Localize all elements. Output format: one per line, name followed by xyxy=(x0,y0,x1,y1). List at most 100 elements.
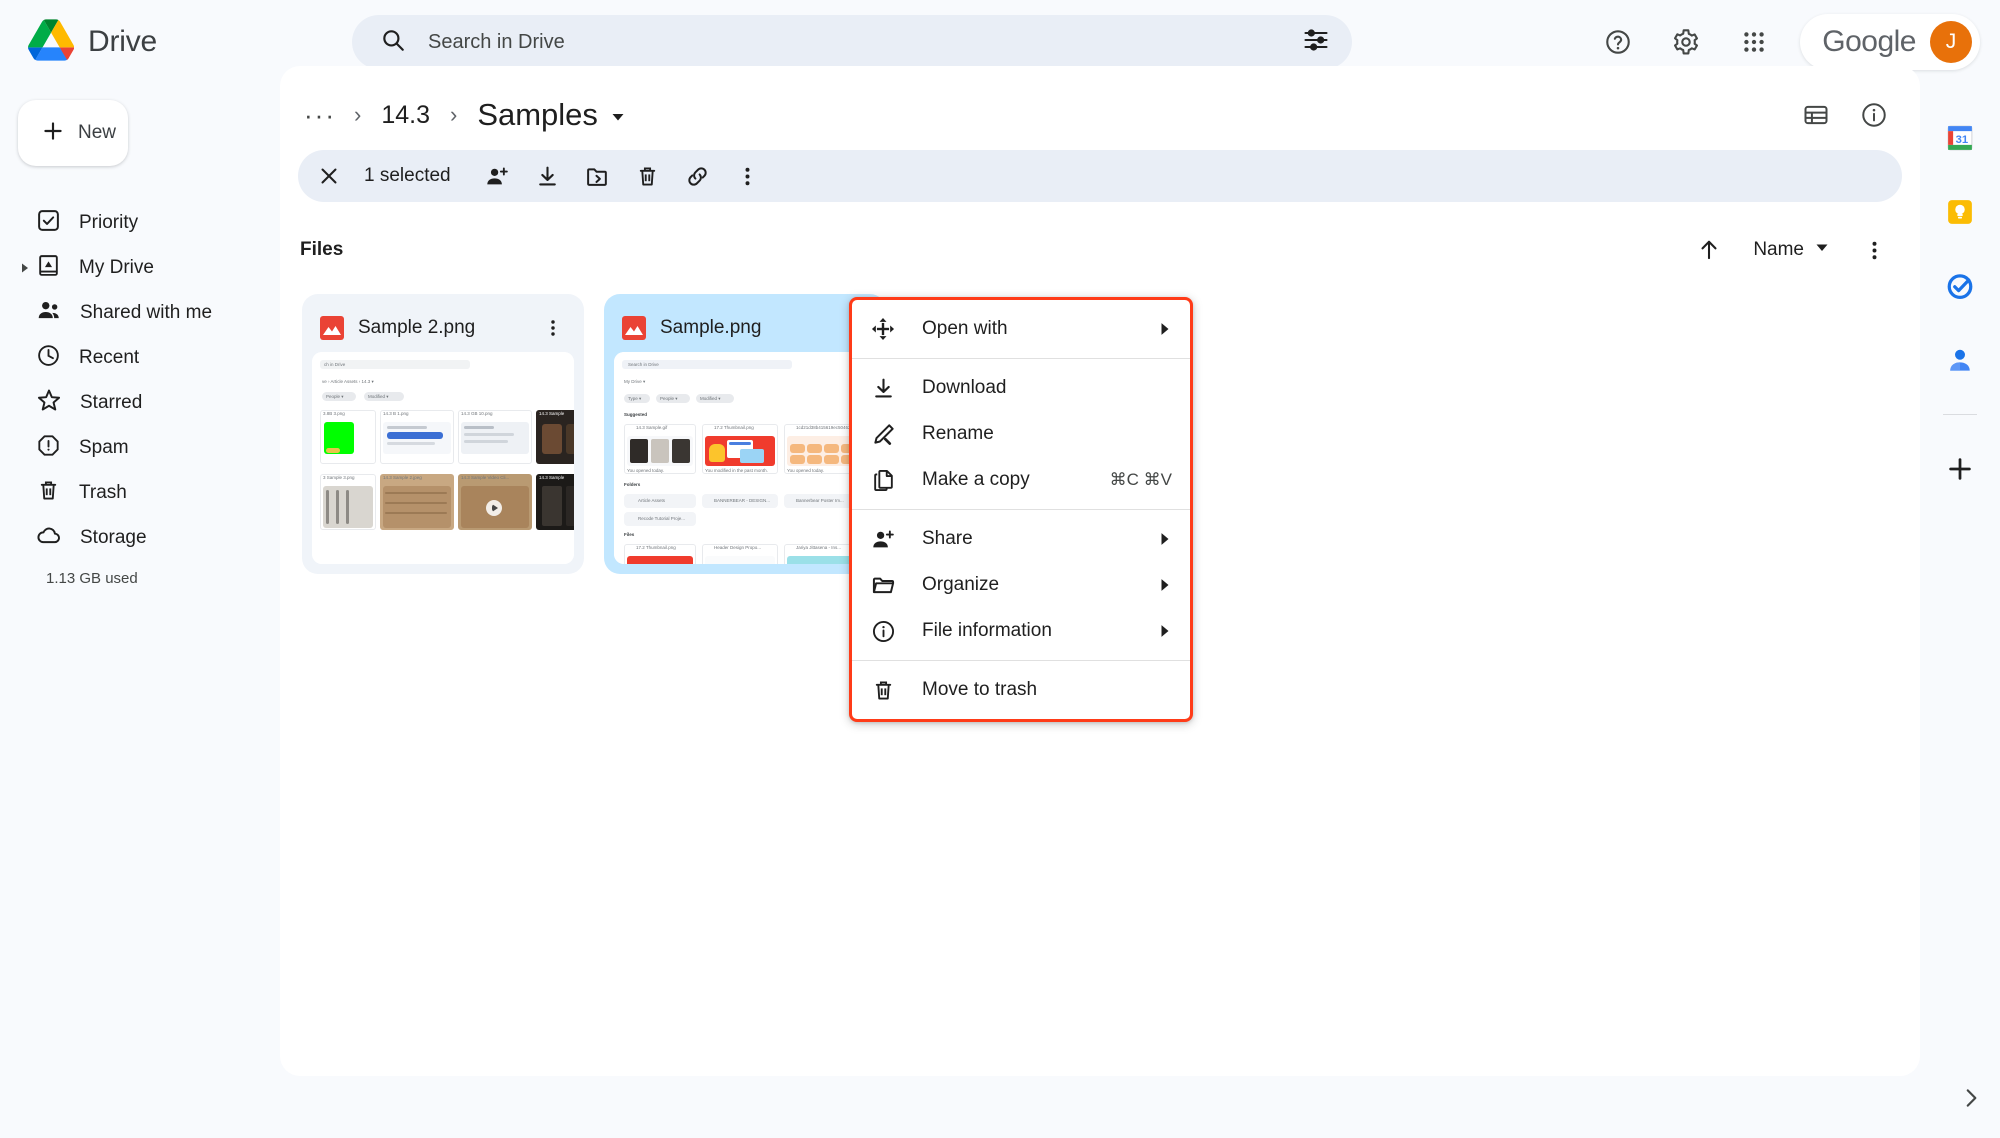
app-title: Drive xyxy=(88,25,158,58)
avatar[interactable]: J xyxy=(1930,21,1972,63)
sidebar-item-label: Starred xyxy=(80,391,143,413)
help-icon[interactable] xyxy=(1596,20,1640,64)
apps-grid-icon[interactable] xyxy=(1732,20,1776,64)
chevron-right-icon[interactable] xyxy=(1958,1085,1984,1116)
drive-app: Drive Search in Drive Google J New Prior… xyxy=(0,0,2000,1138)
download-icon xyxy=(870,376,896,401)
google-calendar-icon[interactable]: 31 xyxy=(1940,118,1980,158)
file-thumbnail: ch in Drive ve › Article Assets › 14.3 ▾… xyxy=(312,352,574,564)
brand[interactable]: Drive xyxy=(0,18,352,66)
menu-item-label: File information xyxy=(922,620,1052,641)
menu-item-label: Share xyxy=(922,528,973,549)
divider xyxy=(1943,414,1977,415)
file-card-header: Sample 2.png xyxy=(312,304,574,352)
file-card[interactable]: Sample 2.png ch in Drive ve › Article As… xyxy=(302,294,584,574)
menu-item-file-information[interactable]: File information xyxy=(852,608,1190,654)
files-section-title: Files xyxy=(300,239,344,260)
sidebar-item-shared-with-me[interactable]: Shared with me xyxy=(0,290,260,335)
menu-item-shortcut: ⌘C ⌘V xyxy=(1109,470,1172,489)
files-header: Files Name xyxy=(280,202,1920,272)
google-contacts-icon[interactable] xyxy=(1940,340,1980,380)
menu-item-share[interactable]: Share xyxy=(852,516,1190,562)
more-vertical-icon[interactable] xyxy=(727,155,769,197)
breadcrumb-current[interactable]: Samples xyxy=(465,91,638,139)
cloud-icon xyxy=(36,522,62,553)
sidebar-item-storage[interactable]: Storage xyxy=(0,515,260,560)
chevron-right-icon xyxy=(1158,532,1172,546)
breadcrumb-separator: › xyxy=(449,102,458,127)
menu-item-move-to-trash[interactable]: Move to trash xyxy=(852,667,1190,713)
close-icon[interactable] xyxy=(308,155,350,197)
sidebar-item-starred[interactable]: Starred xyxy=(0,380,260,425)
sidebar-item-trash[interactable]: Trash xyxy=(0,470,260,515)
top-right-actions: Google J xyxy=(1596,14,2000,70)
menu-item-make-a-copy[interactable]: Make a copy ⌘C ⌘V xyxy=(852,457,1190,503)
arrow-up-icon[interactable] xyxy=(1687,228,1731,272)
more-vertical-icon[interactable] xyxy=(1852,228,1896,272)
file-card-name: Sample 2.png xyxy=(358,317,476,338)
sidebar-item-priority[interactable]: Priority xyxy=(0,200,260,245)
open-with-move-icon xyxy=(870,316,896,342)
file-card[interactable]: Sample.png Search in Drive My Drive ▾ Ty… xyxy=(604,294,886,574)
breadcrumb-overflow[interactable]: ··· xyxy=(294,100,346,131)
selection-bar: 1 selected xyxy=(298,150,1902,202)
menu-item-organize[interactable]: Organize xyxy=(852,562,1190,608)
download-icon[interactable] xyxy=(527,155,569,197)
chevron-right-icon xyxy=(1158,624,1172,638)
list-view-icon[interactable] xyxy=(1794,93,1838,137)
left-sidebar: New Priority My Drive Shared with me Rec… xyxy=(0,84,280,1138)
account-pill[interactable]: Google J xyxy=(1800,14,1980,70)
sidebar-nav: Priority My Drive Shared with me Recent … xyxy=(0,200,280,587)
drive-logo-icon xyxy=(28,18,75,66)
pencil-icon xyxy=(870,422,896,447)
people-icon xyxy=(36,297,62,328)
sidebar-item-spam[interactable]: Spam xyxy=(0,425,260,470)
png-file-icon xyxy=(320,316,344,340)
more-vertical-icon[interactable] xyxy=(536,311,570,345)
file-thumbnail: Search in Drive My Drive ▾ Type ▾ People… xyxy=(614,352,876,564)
new-button-label: New xyxy=(78,122,117,143)
search-bar[interactable] xyxy=(352,15,1352,69)
my-drive-icon xyxy=(36,253,61,283)
new-button[interactable]: New xyxy=(18,100,128,166)
share-person-add-icon xyxy=(870,527,896,552)
sort-control[interactable]: Name xyxy=(1741,231,1842,269)
menu-item-label: Organize xyxy=(922,574,1000,595)
menu-item-open-with[interactable]: Open with xyxy=(852,306,1190,352)
search-input[interactable] xyxy=(428,30,1280,54)
google-tasks-icon[interactable] xyxy=(1940,266,1980,306)
sidebar-item-label: Storage xyxy=(80,526,147,548)
breadcrumb: ··· › 14.3 › Samples xyxy=(280,66,1920,142)
trash-icon xyxy=(36,478,61,508)
selection-count: 1 selected xyxy=(364,165,451,186)
trash-icon[interactable] xyxy=(627,155,669,197)
breadcrumb-parent[interactable]: 14.3 xyxy=(369,95,442,136)
tune-icon[interactable] xyxy=(1302,26,1330,59)
sidebar-item-recent[interactable]: Recent xyxy=(0,335,260,380)
plus-icon[interactable] xyxy=(1940,449,1980,489)
context-menu-group: Open with xyxy=(852,300,1190,358)
google-keep-icon[interactable] xyxy=(1940,192,1980,232)
info-icon[interactable] xyxy=(1852,93,1896,137)
search-icon xyxy=(380,27,406,58)
plus-icon xyxy=(40,118,66,149)
menu-item-label: Rename xyxy=(922,423,994,444)
menu-item-label: Open with xyxy=(922,318,1008,339)
sidebar-item-label: Recent xyxy=(79,346,140,368)
sidebar-item-label: Shared with me xyxy=(80,301,213,323)
menu-item-rename[interactable]: Rename xyxy=(852,411,1190,457)
chevron-down-icon[interactable] xyxy=(610,97,626,133)
share-person-add-icon[interactable] xyxy=(477,155,519,197)
context-menu-group: Download Rename Make a copy ⌘C ⌘V xyxy=(852,358,1190,509)
menu-item-label: Download xyxy=(922,377,1007,398)
gear-icon[interactable] xyxy=(1664,20,1708,64)
sidebar-item-my-drive[interactable]: My Drive xyxy=(0,245,260,290)
breadcrumb-right-actions xyxy=(1794,93,1920,137)
chevron-right-icon[interactable] xyxy=(18,261,32,275)
link-icon[interactable] xyxy=(677,155,719,197)
sidebar-item-label: Spam xyxy=(79,436,129,458)
move-to-folder-icon[interactable] xyxy=(577,155,619,197)
menu-item-label: Make a copy xyxy=(922,469,1030,490)
menu-item-download[interactable]: Download xyxy=(852,365,1190,411)
folder-icon xyxy=(870,573,896,598)
